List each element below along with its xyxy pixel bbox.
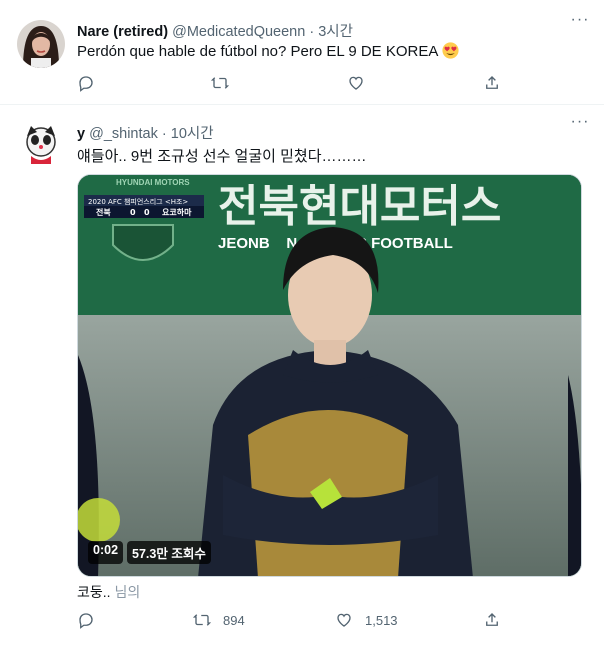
tweet-1[interactable]: Nare (retired) @MedicatedQueenn · 3시간 ··… <box>0 0 604 105</box>
video-player[interactable]: 전북현대모터스 JEONB N MOTORS FOOTBALL HYUNDAI … <box>77 174 582 577</box>
caption-text: 코둥.. <box>77 584 111 600</box>
caption-suffix[interactable]: 님의 <box>115 584 141 600</box>
reply-button[interactable] <box>77 611 95 629</box>
video-views: 57.3만 조회수 <box>127 541 211 564</box>
like-icon <box>337 613 351 627</box>
display-name[interactable]: Nare (retired) <box>77 24 168 40</box>
display-name[interactable]: y <box>77 126 85 142</box>
video-duration: 0:02 <box>88 541 124 564</box>
scoreboard-title: 2020 AFC 챔피언스리그 <H조> <box>88 197 188 206</box>
reply-button[interactable] <box>77 74 95 92</box>
like-button[interactable] <box>347 74 365 92</box>
like-count: 1,513 <box>365 612 398 628</box>
avatar[interactable] <box>17 120 65 168</box>
video-badges: 0:02 57.3만 조회수 <box>88 541 211 564</box>
tweet-text: 얘들아.. 9번 조규성 선수 얼굴이 믿쳤다……… <box>77 148 367 165</box>
retweet-icon <box>193 614 211 626</box>
banner-top-text: 전북현대모터스 <box>218 181 501 232</box>
tweet-2[interactable]: y @_shintak · 10시간 ··· 얘들아.. 9번 조규성 선수 얼… <box>0 106 604 651</box>
share-icon <box>486 613 498 626</box>
avatar[interactable] <box>17 20 65 68</box>
more-options-icon[interactable]: ··· <box>570 12 590 34</box>
reply-icon <box>79 613 93 629</box>
heart-eyes-emoji-icon <box>442 42 459 59</box>
retweet-button[interactable]: 894 <box>193 611 245 629</box>
tweet-header: Nare (retired) @MedicatedQueenn · 3시간 <box>77 20 353 41</box>
team1: 전북 <box>96 207 111 217</box>
team2: 요코하마 <box>162 207 192 217</box>
share-button[interactable] <box>483 74 501 92</box>
more-options-icon[interactable]: ··· <box>570 114 590 136</box>
retweet-icon <box>211 77 229 89</box>
score2: 0 <box>144 208 150 217</box>
video-frame: 전북현대모터스 JEONB N MOTORS FOOTBALL HYUNDAI … <box>78 175 581 576</box>
tweet-actions <box>77 74 507 94</box>
score1: 0 <box>130 208 136 217</box>
share-button[interactable] <box>483 611 501 629</box>
media-caption: 코둥.. 님의 <box>77 582 140 602</box>
like-icon <box>349 76 363 90</box>
user-handle[interactable]: @MedicatedQueenn <box>172 24 305 40</box>
reply-icon <box>79 76 93 92</box>
tweet-actions: 894 1,513 <box>77 611 507 631</box>
retweet-button[interactable] <box>211 74 229 92</box>
tweet-header: y @_shintak · 10시간 <box>77 122 214 143</box>
timestamp[interactable]: 10시간 <box>171 126 214 142</box>
separator-dot: · <box>309 24 315 40</box>
timestamp[interactable]: 3시간 <box>318 24 353 40</box>
tweet-text: Perdón que hable de fútbol no? Pero EL 9… <box>77 42 459 60</box>
sponsor-text: HYUNDAI MOTORS <box>116 178 190 187</box>
like-button[interactable]: 1,513 <box>335 611 398 629</box>
separator-dot: · <box>161 126 167 142</box>
user-handle[interactable]: @_shintak <box>89 126 158 142</box>
share-icon <box>486 76 498 89</box>
retweet-count: 894 <box>223 612 245 628</box>
